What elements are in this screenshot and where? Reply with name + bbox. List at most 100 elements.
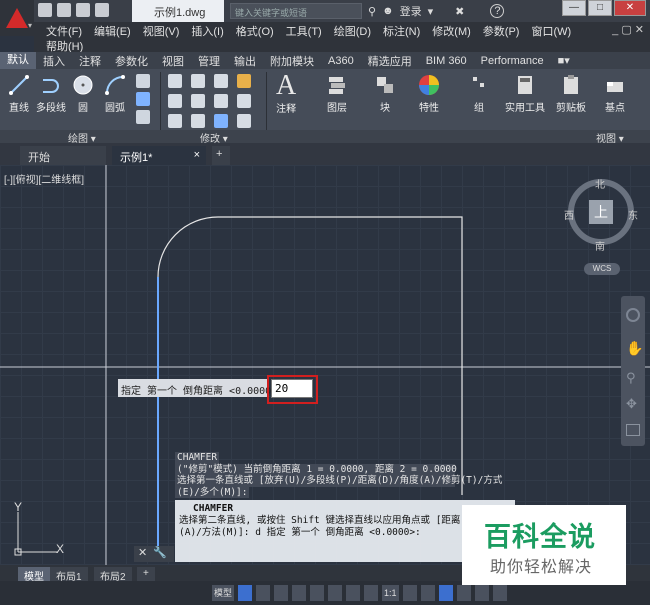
basepoint-tool[interactable]: 基点 (604, 74, 626, 114)
close-tab-icon[interactable]: × (194, 149, 200, 161)
explode-icon[interactable] (237, 94, 251, 108)
menu-parametric[interactable]: 参数(P) (479, 23, 528, 39)
tab-model[interactable]: 模型 (18, 567, 50, 583)
settings-gear-icon[interactable] (402, 585, 417, 601)
menu-insert[interactable]: 插入(I) (187, 23, 231, 39)
new-file-icon[interactable] (38, 3, 52, 17)
menu-file[interactable]: 文件(F) (42, 23, 90, 39)
menu-tools[interactable]: 工具(T) (282, 23, 330, 39)
application-menu-button[interactable]: ▾ (0, 0, 34, 36)
login-link[interactable]: 登录 (400, 3, 422, 19)
tab-start[interactable]: 开始 (20, 146, 106, 165)
steering-wheel-icon[interactable] (626, 308, 640, 322)
compass-east[interactable]: 东 (628, 207, 638, 222)
polar-icon[interactable] (292, 585, 307, 601)
annotation-scale[interactable]: 1:1 (382, 585, 399, 601)
tab-parametric[interactable]: 参数化 (108, 53, 155, 69)
search-input[interactable]: 键入关键字或短语 (230, 3, 362, 19)
tab-featured-apps[interactable]: 精选应用 (361, 53, 419, 69)
isodraft-icon[interactable] (310, 585, 325, 601)
snap-icon[interactable] (256, 585, 271, 601)
menu-edit[interactable]: 编辑(E) (90, 23, 139, 39)
erase-icon[interactable] (237, 74, 251, 88)
group-tool[interactable]: 组 (468, 74, 490, 114)
tab-layout2[interactable]: 布局2 (94, 567, 132, 583)
menu-format[interactable]: 格式(O) (232, 23, 282, 39)
minimize-button[interactable]: — (562, 0, 586, 16)
model-space-button[interactable]: 模型 (212, 585, 235, 601)
menu-view[interactable]: 视图(V) (139, 23, 188, 39)
menu-modify[interactable]: 修改(M) (428, 23, 479, 39)
document-title-tab[interactable]: 示例1.dwg (132, 0, 224, 22)
offset-icon[interactable] (237, 114, 251, 128)
array-icon[interactable] (214, 114, 228, 128)
menu-dimension[interactable]: 标注(N) (379, 23, 428, 39)
document-window-controls[interactable]: _ ▢ ✕ (612, 23, 644, 36)
tab-a360[interactable]: A360 (321, 55, 361, 67)
print-icon[interactable] (95, 3, 109, 17)
trim-icon[interactable] (214, 74, 228, 88)
help-button[interactable]: ? (490, 4, 505, 18)
osnap-icon[interactable] (328, 585, 343, 601)
workspace-icon[interactable] (364, 585, 379, 601)
tab-view[interactable]: 视图 (155, 53, 191, 69)
circle-tool[interactable]: 圆 (72, 74, 94, 114)
plus-icon[interactable] (420, 585, 435, 601)
gradient-icon[interactable] (136, 110, 150, 124)
copy-icon[interactable] (168, 94, 182, 108)
new-layout-button[interactable]: + (137, 567, 155, 581)
chevron-down-icon[interactable]: ▾ (428, 5, 434, 18)
binoculars-icon[interactable]: ⚲ (368, 5, 376, 18)
clipboard-tool[interactable]: 剪贴板 (556, 74, 586, 114)
rectangle-icon[interactable] (136, 74, 150, 88)
annotation-tool[interactable]: A 注释 (276, 72, 296, 116)
stretch-icon[interactable] (168, 114, 182, 128)
viewport-controls[interactable]: [-][俯视][二维线框] (4, 171, 84, 186)
save-icon[interactable] (76, 3, 90, 17)
customize-menu-icon[interactable] (492, 585, 507, 601)
polyline-tool[interactable]: 多段线 (36, 74, 66, 114)
tab-output[interactable]: 输出 (227, 53, 263, 69)
maximize-button[interactable]: □ (588, 0, 612, 16)
compass-west[interactable]: 西 (564, 207, 574, 222)
annotation-visibility-icon[interactable] (346, 585, 361, 601)
tab-insert[interactable]: 插入 (36, 53, 72, 69)
hatch-icon[interactable] (136, 92, 150, 106)
menu-draw[interactable]: 绘图(D) (330, 23, 379, 39)
zoom-icon[interactable]: ⚲ (626, 370, 636, 386)
move-icon[interactable] (168, 74, 182, 88)
arc-tool[interactable]: 圆弧 (104, 74, 126, 114)
close-icon[interactable]: ✕ (138, 546, 147, 562)
compass-south[interactable]: 南 (595, 238, 605, 253)
mirror-icon[interactable] (191, 94, 205, 108)
showmotion-icon[interactable] (626, 424, 640, 436)
tab-default[interactable]: 默认 (0, 52, 36, 69)
exchange-icon[interactable]: ✖ (455, 5, 464, 18)
fillet-icon[interactable] (214, 94, 228, 108)
orbit-icon[interactable]: ✥ (626, 396, 637, 412)
scale-icon[interactable] (191, 114, 205, 128)
tab-layout1[interactable]: 布局1 (50, 567, 88, 583)
layers-tool[interactable]: 图层 (326, 74, 348, 114)
isolate-icon[interactable] (438, 585, 453, 601)
clean-screen-icon[interactable] (474, 585, 489, 601)
properties-tool[interactable]: 特性 (418, 74, 440, 114)
ortho-icon[interactable] (274, 585, 289, 601)
line-tool[interactable]: 直线 (8, 74, 30, 114)
tab-manage[interactable]: 管理 (191, 53, 227, 69)
menu-window[interactable]: 窗口(W) (527, 23, 579, 39)
tab-addins[interactable]: 附加模块 (263, 53, 321, 69)
hardware-accel-icon[interactable] (456, 585, 471, 601)
user-icon[interactable]: ☻ (382, 5, 394, 17)
viewcube-face[interactable]: 上 (589, 200, 613, 224)
block-tool[interactable]: 块 (374, 74, 396, 114)
open-file-icon[interactable] (57, 3, 71, 17)
tab-bim360[interactable]: BIM 360 (419, 55, 474, 67)
new-tab-button[interactable]: + (212, 146, 230, 165)
close-button[interactable]: ✕ (614, 0, 646, 16)
ribbon-options-icon[interactable]: ■▾ (551, 54, 577, 67)
wrench-icon[interactable]: 🔧 (153, 546, 167, 562)
pan-hand-icon[interactable]: ✋ (626, 340, 643, 357)
tab-drawing[interactable]: 示例1* × (112, 146, 206, 165)
grid-icon[interactable] (238, 585, 253, 601)
